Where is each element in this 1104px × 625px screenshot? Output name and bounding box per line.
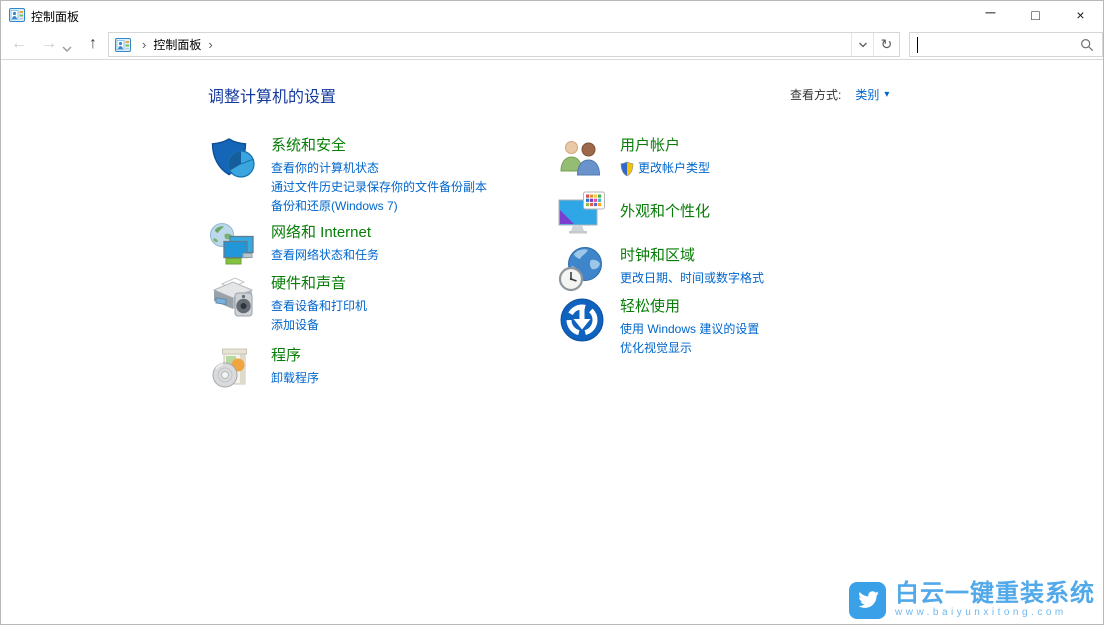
watermark-title: 白云一键重装系统 (895, 581, 1095, 606)
ease-of-access-icon[interactable] (558, 296, 606, 344)
watermark: 白云一键重装系统 www.baiyunxitong.com (849, 581, 1095, 619)
link-review-computer-status[interactable]: 查看你的计算机状态 (271, 159, 487, 178)
address-dropdown-button[interactable] (851, 33, 873, 56)
link-file-history-backup[interactable]: 通过文件历史记录保存你的文件备份副本 (271, 178, 487, 197)
recent-pages-chevron-icon[interactable] (60, 37, 74, 61)
category-ease-of-access: 轻松使用 使用 Windows 建议的设置 优化视觉显示 (558, 296, 759, 358)
breadcrumb-separator-icon[interactable]: › (135, 37, 153, 52)
link-optimize-visual-display[interactable]: 优化视觉显示 (620, 339, 759, 358)
address-bar[interactable]: › 控制面板 › ↻ (108, 32, 900, 57)
window-title: 控制面板 (31, 8, 79, 25)
link-change-account-type[interactable]: 更改帐户类型 (638, 159, 710, 178)
view-by-value[interactable]: 类别 (855, 86, 879, 103)
link-change-date-time-formats[interactable]: 更改日期、时间或数字格式 (620, 269, 764, 288)
watermark-bird-icon (849, 582, 886, 619)
view-by-control: 查看方式: 类别 ▾ (790, 86, 889, 103)
category-title-user-accounts[interactable]: 用户帐户 (620, 136, 710, 155)
link-view-network-status[interactable]: 查看网络状态和任务 (271, 246, 379, 265)
search-icon[interactable] (1080, 38, 1094, 52)
category-title-appearance-personalization[interactable]: 外观和个性化 (620, 202, 710, 221)
breadcrumb-control-panel[interactable]: 控制面板 (153, 36, 201, 53)
category-programs: 程序 卸载程序 (209, 345, 319, 393)
link-add-device[interactable]: 添加设备 (271, 316, 367, 335)
link-view-devices-printers[interactable]: 查看设备和打印机 (271, 297, 367, 316)
view-by-label: 查看方式: (790, 86, 841, 103)
category-title-hardware-sound[interactable]: 硬件和声音 (271, 274, 367, 293)
watermark-url: www.baiyunxitong.com (895, 607, 1095, 619)
close-button[interactable]: × (1058, 1, 1103, 29)
navigation-bar: ← → ↑ › 控制面板 › ↻ (1, 29, 1103, 60)
category-title-network-internet[interactable]: 网络和 Internet (271, 223, 379, 242)
category-network-internet: 网络和 Internet 查看网络状态和任务 (209, 222, 379, 270)
up-button[interactable]: ↑ (81, 33, 105, 57)
category-title-system-security[interactable]: 系统和安全 (271, 136, 487, 155)
search-box[interactable] (909, 32, 1103, 57)
maximize-button[interactable]: □ (1013, 1, 1058, 29)
category-clock-region: 时钟和区域 更改日期、时间或数字格式 (558, 245, 764, 293)
uac-shield-icon (620, 161, 634, 177)
link-backup-restore-win7[interactable]: 备份和还原(Windows 7) (271, 197, 487, 216)
view-by-caret-icon[interactable]: ▾ (884, 89, 889, 100)
monitor-palette-icon[interactable] (558, 191, 606, 239)
chevron-down-icon (858, 41, 868, 49)
back-button[interactable]: ← (7, 33, 31, 57)
link-uninstall-program[interactable]: 卸载程序 (271, 369, 319, 388)
printer-speaker-icon[interactable] (209, 273, 257, 321)
software-box-cd-icon[interactable] (209, 345, 257, 393)
forward-button[interactable]: → (37, 33, 61, 57)
refresh-button[interactable]: ↻ (873, 33, 899, 56)
category-hardware-sound: 硬件和声音 查看设备和打印机 添加设备 (209, 273, 367, 335)
control-panel-icon (115, 37, 131, 53)
category-appearance-personalization: 外观和个性化 (558, 191, 710, 239)
category-title-programs[interactable]: 程序 (271, 346, 319, 365)
category-system-security: 系统和安全 查看你的计算机状态 通过文件历史记录保存你的文件备份副本 备份和还原… (209, 135, 487, 216)
control-panel-window: 控制面板 ─ □ × ← → ↑ › 控制面板 › (0, 0, 1104, 625)
control-panel-icon (9, 7, 25, 23)
shield-pie-icon[interactable] (209, 135, 257, 183)
two-users-icon[interactable] (558, 135, 606, 183)
category-title-ease-of-access[interactable]: 轻松使用 (620, 297, 759, 316)
titlebar: 控制面板 ─ □ × (1, 1, 1103, 29)
category-user-accounts: 用户帐户 更改帐户类型 (558, 135, 710, 183)
search-input[interactable] (918, 34, 1078, 55)
minimize-button[interactable]: ─ (968, 1, 1013, 29)
globe-clock-icon[interactable] (558, 245, 606, 293)
text-caret (917, 37, 918, 53)
page-title: 调整计算机的设置 (208, 83, 336, 107)
category-title-clock-region[interactable]: 时钟和区域 (620, 246, 764, 265)
breadcrumb-separator-icon[interactable]: › (201, 37, 219, 52)
globe-monitors-icon[interactable] (209, 222, 257, 270)
link-windows-suggested-settings[interactable]: 使用 Windows 建议的设置 (620, 320, 759, 339)
